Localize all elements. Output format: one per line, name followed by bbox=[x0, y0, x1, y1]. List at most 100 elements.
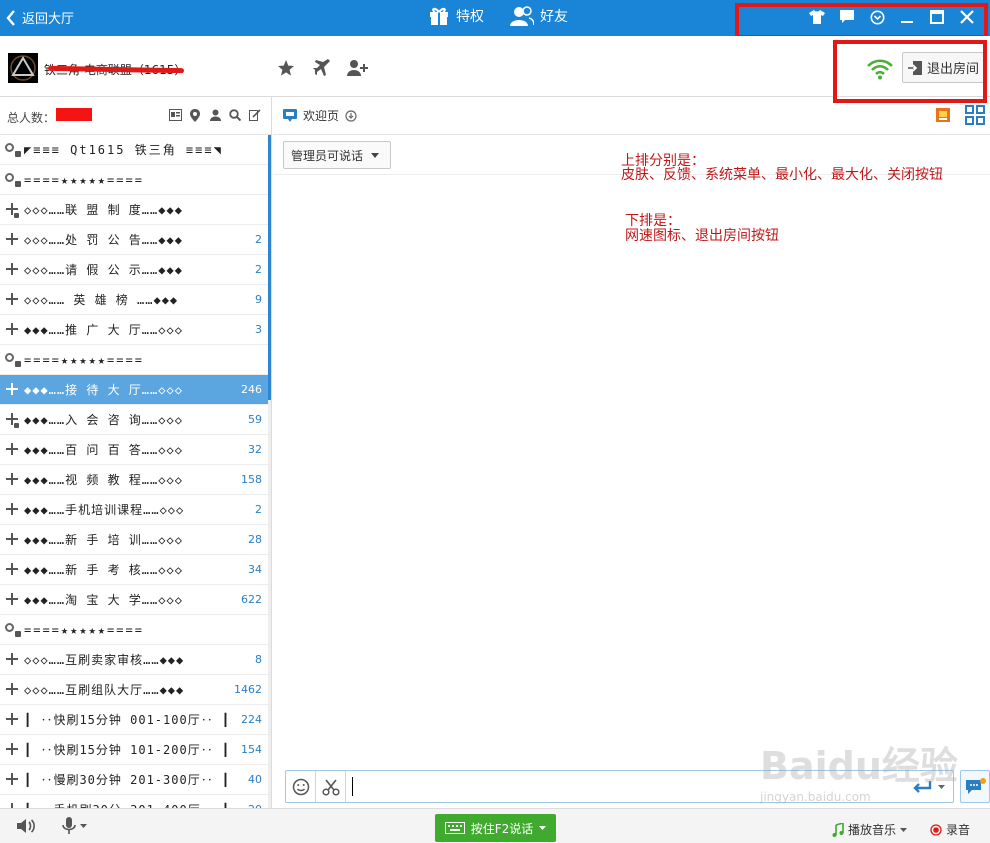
group-search-lock-icon[interactable] bbox=[0, 135, 24, 165]
expand-plus-icon[interactable] bbox=[0, 435, 24, 465]
channel-name: ====★★★★★==== bbox=[24, 352, 144, 367]
location-button[interactable] bbox=[188, 108, 202, 122]
channel-row[interactable]: ◆◆◆……接 待 大 厅……◇◇◇ 246 bbox=[0, 375, 268, 405]
channel-name: ====★★★★★==== bbox=[24, 172, 144, 187]
speak-mode-value: 管理员可说话 bbox=[291, 148, 364, 163]
group-search-lock-icon[interactable] bbox=[0, 165, 24, 195]
expand-plus-icon[interactable] bbox=[0, 675, 24, 705]
privilege-button[interactable]: 特权 bbox=[428, 6, 484, 26]
expand-plus-icon[interactable] bbox=[0, 225, 24, 255]
expand-plus-icon[interactable] bbox=[0, 525, 24, 555]
speaker-button[interactable] bbox=[16, 817, 36, 838]
channel-scrollbar-thumb[interactable] bbox=[268, 135, 271, 400]
microphone-button[interactable] bbox=[62, 817, 87, 835]
expand-plus-icon[interactable] bbox=[0, 645, 24, 675]
channel-row[interactable]: ◆◆◆……新 手 考 核……◇◇◇ 34 bbox=[0, 555, 268, 585]
app-center-button[interactable] bbox=[933, 105, 953, 125]
back-to-lobby-button[interactable]: 返回大厅 bbox=[6, 8, 74, 27]
channel-row[interactable]: ┃ ‥快刷15分钟 101-200厅‥ ┃ 154 bbox=[0, 735, 268, 765]
triangle-logo-icon bbox=[10, 55, 36, 81]
friends-button[interactable]: 好友 bbox=[510, 6, 568, 26]
expand-plus-icon[interactable] bbox=[0, 495, 24, 525]
play-music-button[interactable]: 播放音乐 bbox=[832, 821, 908, 838]
expand-plus-icon[interactable] bbox=[0, 585, 24, 615]
channel-row[interactable]: ┃ ‥慢刷30分钟 201-300厅‥ ┃ 40 bbox=[0, 765, 268, 795]
favorite-button[interactable] bbox=[275, 58, 297, 78]
channel-row[interactable]: ◇◇◇……处 罚 公 告……◆◆◆ 2 bbox=[0, 225, 268, 255]
edit-icon bbox=[249, 109, 261, 121]
add-friend-button[interactable] bbox=[347, 58, 369, 78]
user-icon bbox=[209, 109, 221, 121]
search-icon bbox=[229, 109, 241, 121]
channel-row[interactable]: ◇◇◇……互刷卖家审核……◆◆◆ 8 bbox=[0, 645, 268, 675]
grid-menu-button[interactable] bbox=[965, 105, 985, 125]
group-search-lock-icon[interactable] bbox=[0, 615, 24, 645]
emoji-button[interactable] bbox=[286, 771, 316, 802]
chat-message-area bbox=[273, 175, 990, 765]
privilege-label: 特权 bbox=[456, 9, 484, 25]
expand-plus-icon[interactable] bbox=[0, 375, 24, 405]
channel-name: ◆◆◆……手机培训课程……◇◇◇ bbox=[24, 503, 185, 517]
channel-user-count: 2 bbox=[255, 233, 262, 246]
expand-plus-icon[interactable] bbox=[0, 315, 24, 345]
chat-tab-bar: 欢迎页 bbox=[273, 97, 990, 135]
map-pin-icon bbox=[190, 108, 200, 122]
record-label: 录音 bbox=[946, 823, 971, 837]
expand-plus-icon[interactable] bbox=[0, 705, 24, 735]
channel-row[interactable]: ◇◇◇……请 假 公 示……◆◆◆ 2 bbox=[0, 255, 268, 285]
annotation-bottom-title: 下排是： bbox=[625, 213, 681, 229]
push-to-talk-button[interactable]: 按住F2说话 bbox=[435, 814, 556, 842]
watermark-url: jingyan.baidu.com bbox=[760, 790, 871, 804]
channel-row[interactable]: ◆◆◆……新 手 培 训……◇◇◇ 28 bbox=[0, 525, 268, 555]
channel-name: ◇◇◇……互刷组队大厅……◆◆◆ bbox=[24, 683, 185, 697]
expand-plus-icon[interactable] bbox=[0, 465, 24, 495]
channel-row[interactable]: ◇◇◇…… 英 雄 榜 ……◆◆◆ 9 bbox=[0, 285, 268, 315]
highlight-box-window-controls bbox=[735, 3, 988, 39]
channel-row[interactable]: ◇◇◇……联 盟 制 度……◆◆◆ bbox=[0, 195, 268, 225]
push-to-talk-label: 按住F2说话 bbox=[470, 821, 534, 836]
card-view-button[interactable] bbox=[168, 108, 182, 122]
channel-row[interactable]: ◆◆◆……淘 宝 大 学……◇◇◇ 622 bbox=[0, 585, 268, 615]
edit-button[interactable] bbox=[248, 108, 262, 122]
channel-group-row[interactable]: ====★★★★★==== bbox=[0, 165, 268, 195]
channel-row[interactable]: ┃ ‥手机刷30分 301-400厅‥ ┃20 bbox=[0, 795, 268, 808]
group-search-lock-icon[interactable] bbox=[0, 345, 24, 375]
channel-name: ◆◆◆……入 会 咨 询……◇◇◇ bbox=[24, 413, 183, 427]
expand-plus-icon[interactable] bbox=[0, 255, 24, 285]
screenshot-button[interactable] bbox=[316, 771, 346, 802]
channel-group-row[interactable]: ====★★★★★==== bbox=[0, 615, 268, 645]
tab-welcome-label: 欢迎页 bbox=[303, 109, 340, 123]
fly-button[interactable] bbox=[311, 58, 333, 78]
message-input[interactable] bbox=[352, 777, 353, 796]
expand-plus-icon[interactable] bbox=[0, 195, 24, 225]
record-icon bbox=[930, 823, 942, 836]
channel-row[interactable]: ◆◆◆……百 问 百 答……◇◇◇ 32 bbox=[0, 435, 268, 465]
channel-group-row[interactable]: ====★★★★★==== bbox=[0, 345, 268, 375]
member-button[interactable] bbox=[208, 108, 222, 122]
channel-group-row[interactable]: ◤≡≡≡ Qt1615 铁三角 ≡≡≡◥ bbox=[0, 135, 268, 165]
channel-row[interactable]: ◆◆◆……入 会 咨 询……◇◇◇ 59 bbox=[0, 405, 268, 435]
channel-row[interactable]: ┃ ‥快刷15分钟 001-100厅‥ ┃ 224 bbox=[0, 705, 268, 735]
channel-row[interactable]: ◆◆◆……视 频 教 程……◇◇◇ 158 bbox=[0, 465, 268, 495]
expand-plus-icon[interactable] bbox=[0, 765, 24, 795]
expand-plus-icon[interactable] bbox=[0, 285, 24, 315]
expand-plus-icon[interactable] bbox=[0, 405, 24, 435]
tab-welcome[interactable]: 欢迎页 bbox=[283, 107, 357, 124]
expand-plus-icon[interactable] bbox=[0, 555, 24, 585]
expand-plus-icon[interactable] bbox=[0, 795, 24, 808]
private-chat-button[interactable] bbox=[960, 770, 990, 803]
search-button[interactable] bbox=[228, 108, 242, 122]
speak-mode-select[interactable]: 管理员可说话 bbox=[283, 141, 391, 169]
channel-user-count: 8 bbox=[255, 653, 262, 666]
channel-row[interactable]: ◇◇◇……互刷组队大厅……◆◆◆ 1462 bbox=[0, 675, 268, 705]
caret-down-icon bbox=[80, 824, 87, 828]
caret-down-icon bbox=[371, 152, 380, 158]
expand-plus-icon[interactable] bbox=[0, 735, 24, 765]
channel-row[interactable]: ◆◆◆……推 广 大 厅……◇◇◇ 3 bbox=[0, 315, 268, 345]
channel-user-count: 154 bbox=[241, 743, 262, 756]
bottom-toolbar: 按住F2说话 播放音乐 录音 bbox=[0, 808, 990, 843]
record-button[interactable]: 录音 bbox=[930, 821, 970, 838]
channel-user-count: 9 bbox=[255, 293, 262, 306]
channel-row[interactable]: ◆◆◆……手机培训课程……◇◇◇ 2 bbox=[0, 495, 268, 525]
channel-user-count: 224 bbox=[241, 713, 262, 726]
